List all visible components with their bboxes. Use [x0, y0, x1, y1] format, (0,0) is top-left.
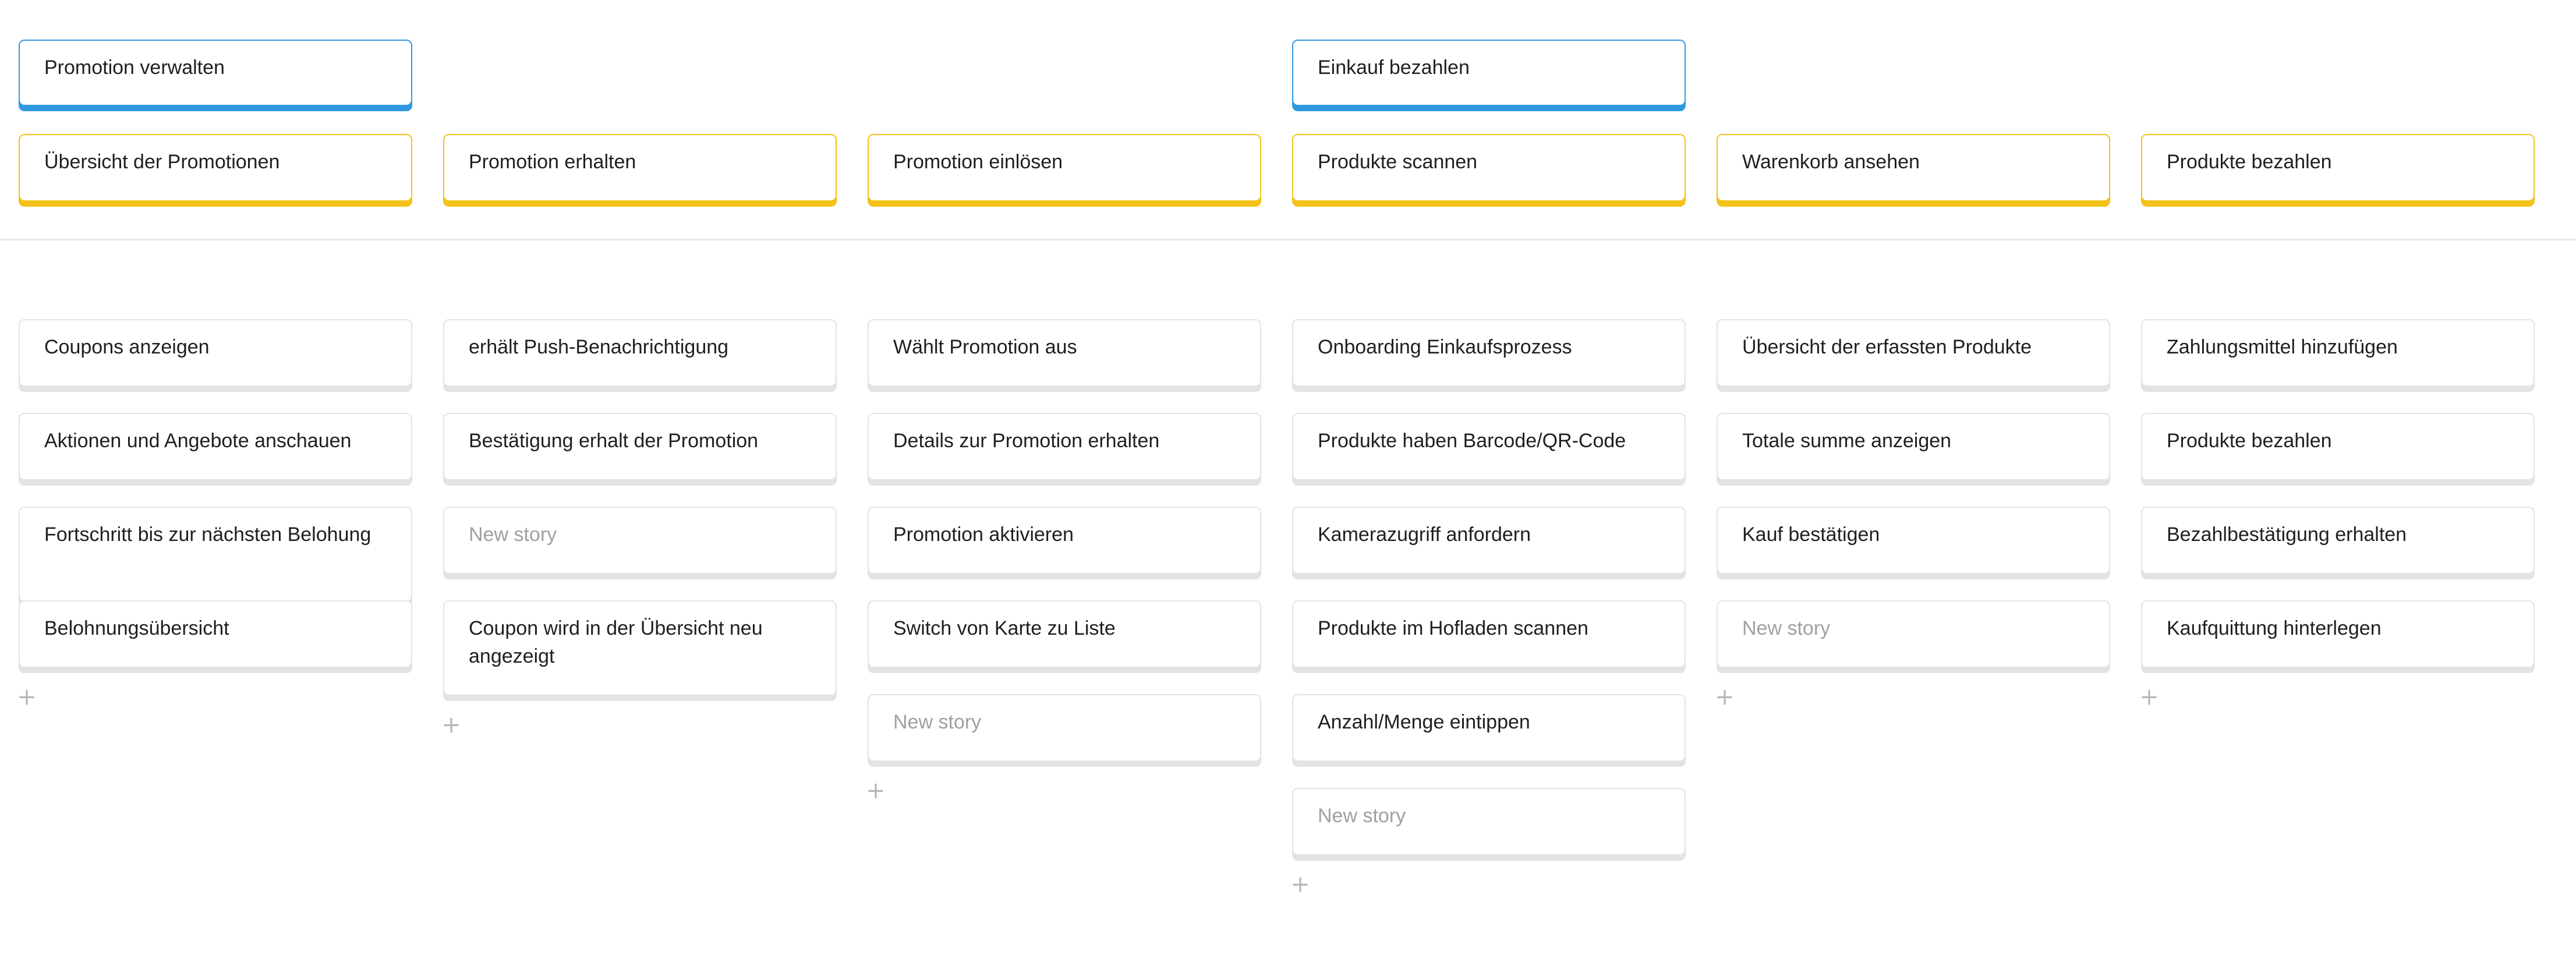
story-card[interactable]: Aktionen und Angebote anschauen	[19, 413, 412, 480]
story-label: Wählt Promotion aus	[893, 336, 1077, 358]
story-card[interactable]: Anzahl/Menge eintippen	[1292, 694, 1686, 762]
task-label: Übersicht der Promotionen	[44, 151, 280, 173]
add-story-button[interactable]: +	[1290, 871, 1311, 898]
new-story-card[interactable]: New story	[443, 507, 837, 574]
task-card[interactable]: Produkte bezahlen	[2141, 134, 2535, 201]
story-label: Bestätigung erhalt der Promotion	[469, 430, 759, 452]
backbone-divider	[0, 239, 2576, 240]
story-label: erhält Push-Benachrichtigung	[469, 336, 729, 358]
story-label: Kamerazugriff anfordern	[1318, 524, 1531, 546]
task-card[interactable]: Produkte scannen	[1292, 134, 1686, 201]
plus-icon: +	[17, 684, 37, 710]
task-label: Promotion erhalten	[469, 151, 636, 173]
new-story-card[interactable]: New story	[1292, 788, 1686, 855]
story-label: Aktionen und Angebote anschauen	[44, 430, 352, 452]
story-label: Details zur Promotion erhalten	[893, 430, 1160, 452]
story-label: Kaufquittung hinterlegen	[2167, 617, 2382, 639]
activity-card[interactable]: Promotion verwalten	[19, 40, 412, 106]
story-label: Coupon wird in der Übersicht neu angezei…	[469, 617, 763, 667]
story-card[interactable]: erhält Push-Benachrichtigung	[443, 319, 837, 387]
story-card[interactable]: Kaufquittung hinterlegen	[2141, 600, 2535, 668]
task-card[interactable]: Übersicht der Promotionen	[19, 134, 412, 201]
story-card[interactable]: Fortschritt bis zur nächsten Belohung	[19, 507, 412, 602]
plus-icon: +	[1715, 684, 1735, 710]
new-story-card[interactable]: New story	[868, 694, 1261, 762]
story-label: Promotion aktivieren	[893, 524, 1074, 546]
story-label: Bezahlbestätigung erhalten	[2167, 524, 2407, 546]
story-card[interactable]: Belohnungsübersicht	[19, 600, 412, 668]
story-card[interactable]: Wählt Promotion aus	[868, 319, 1261, 387]
story-card[interactable]: Details zur Promotion erhalten	[868, 413, 1261, 480]
task-card[interactable]: Promotion erhalten	[443, 134, 837, 201]
story-card[interactable]: Coupon wird in der Übersicht neu angezei…	[443, 600, 837, 696]
story-card[interactable]: Produkte im Hofladen scannen	[1292, 600, 1686, 668]
new-story-placeholder: New story	[1318, 805, 1406, 827]
task-card[interactable]: Warenkorb ansehen	[1717, 134, 2110, 201]
story-card[interactable]: Übersicht der erfassten Produkte	[1717, 319, 2110, 387]
activity-label: Promotion verwalten	[44, 56, 225, 79]
plus-icon: +	[441, 712, 461, 738]
plus-icon: +	[866, 777, 886, 804]
story-card[interactable]: Bezahlbestätigung erhalten	[2141, 507, 2535, 574]
plus-icon: +	[1290, 871, 1310, 898]
story-card[interactable]: Promotion aktivieren	[868, 507, 1261, 574]
new-story-placeholder: New story	[893, 711, 982, 733]
story-label: Übersicht der erfassten Produkte	[1742, 336, 2032, 358]
add-story-button[interactable]: +	[1714, 684, 1735, 710]
add-story-button[interactable]: +	[865, 777, 886, 804]
add-story-button[interactable]: +	[16, 684, 37, 710]
add-story-button[interactable]: +	[441, 712, 462, 738]
task-label: Promotion einlösen	[893, 151, 1063, 173]
story-label: Produkte bezahlen	[2167, 430, 2332, 452]
task-label: Produkte scannen	[1318, 151, 1478, 173]
story-card[interactable]: Produkte bezahlen	[2141, 413, 2535, 480]
story-card[interactable]: Bestätigung erhalt der Promotion	[443, 413, 837, 480]
story-card[interactable]: Coupons anzeigen	[19, 319, 412, 387]
task-label: Warenkorb ansehen	[1742, 151, 1920, 173]
task-card[interactable]: Promotion einlösen	[868, 134, 1261, 201]
story-label: Zahlungsmittel hinzufügen	[2167, 336, 2398, 358]
story-card[interactable]: Switch von Karte zu Liste	[868, 600, 1261, 668]
story-card[interactable]: Totale summe anzeigen	[1717, 413, 2110, 480]
story-label: Produkte haben Barcode/QR-Code	[1318, 430, 1626, 452]
story-label: Belohnungsübersicht	[44, 617, 229, 639]
story-card[interactable]: Produkte haben Barcode/QR-Code	[1292, 413, 1686, 480]
story-card[interactable]: Zahlungsmittel hinzufügen	[2141, 319, 2535, 387]
activity-card[interactable]: Einkauf bezahlen	[1292, 40, 1686, 106]
story-card[interactable]: Kamerazugriff anfordern	[1292, 507, 1686, 574]
story-label: Onboarding Einkaufsprozess	[1318, 336, 1572, 358]
story-label: Switch von Karte zu Liste	[893, 617, 1116, 639]
story-map-board: Promotion verwalten Einkauf bezahlen Über…	[0, 0, 2576, 955]
new-story-placeholder: New story	[1742, 617, 1831, 639]
activity-label: Einkauf bezahlen	[1318, 56, 1470, 79]
new-story-card[interactable]: New story	[1717, 600, 2110, 668]
task-label: Produkte bezahlen	[2167, 151, 2332, 173]
add-story-button[interactable]: +	[2139, 684, 2160, 710]
story-card[interactable]: Kauf bestätigen	[1717, 507, 2110, 574]
story-card[interactable]: Onboarding Einkaufsprozess	[1292, 319, 1686, 387]
story-label: Kauf bestätigen	[1742, 524, 1880, 546]
story-label: Anzahl/Menge eintippen	[1318, 711, 1530, 733]
new-story-placeholder: New story	[469, 524, 557, 546]
story-label: Coupons anzeigen	[44, 336, 210, 358]
story-label: Totale summe anzeigen	[1742, 430, 1952, 452]
story-label: Produkte im Hofladen scannen	[1318, 617, 1588, 639]
plus-icon: +	[2139, 684, 2159, 710]
story-label: Fortschritt bis zur nächsten Belohung	[44, 524, 371, 546]
